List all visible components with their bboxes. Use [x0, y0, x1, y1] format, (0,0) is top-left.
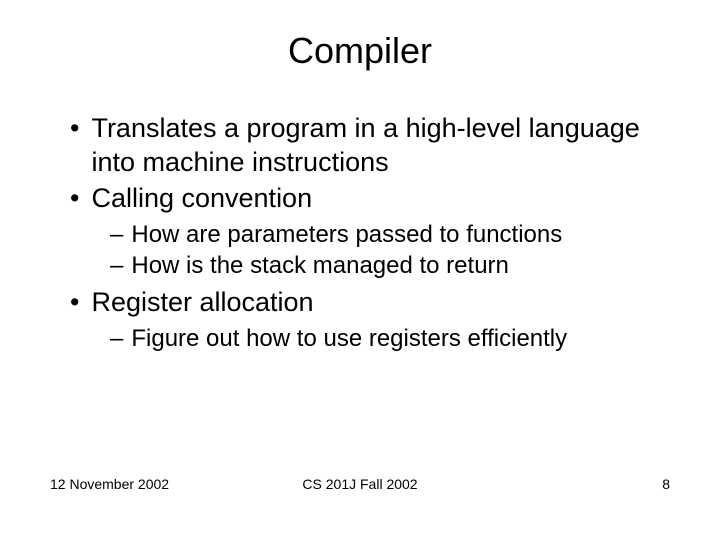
slide-title: Compiler — [50, 30, 670, 72]
bullet-text: Translates a program in a high-level lan… — [91, 112, 670, 180]
footer-date: 12 November 2002 — [50, 476, 169, 492]
footer-page-number: 8 — [662, 476, 670, 492]
sub-bullet-group: – How are parameters passed to functions… — [110, 219, 670, 281]
sub-bullet-text: How are parameters passed to functions — [131, 219, 670, 250]
footer-course: CS 201J Fall 2002 — [302, 476, 417, 492]
bullet-marker: • — [70, 112, 79, 180]
bullet-text: Register allocation — [91, 286, 670, 320]
sub-bullet-item: – Figure out how to use registers effici… — [110, 323, 670, 354]
slide-footer: 12 November 2002 CS 201J Fall 2002 8 — [0, 476, 720, 492]
bullet-item: • Translates a program in a high-level l… — [70, 112, 670, 180]
dash-marker: – — [110, 219, 123, 250]
dash-marker: – — [110, 323, 123, 354]
sub-bullet-item: – How is the stack managed to return — [110, 250, 670, 281]
slide-content: • Translates a program in a high-level l… — [50, 112, 670, 355]
bullet-item: • Register allocation — [70, 286, 670, 320]
bullet-item: • Calling convention — [70, 182, 670, 216]
bullet-marker: • — [70, 286, 79, 320]
sub-bullet-text: Figure out how to use registers efficien… — [131, 323, 670, 354]
sub-bullet-item: – How are parameters passed to functions — [110, 219, 670, 250]
sub-bullet-text: How is the stack managed to return — [131, 250, 670, 281]
bullet-text: Calling convention — [91, 182, 670, 216]
bullet-marker: • — [70, 182, 79, 216]
dash-marker: – — [110, 250, 123, 281]
sub-bullet-group: – Figure out how to use registers effici… — [110, 323, 670, 354]
